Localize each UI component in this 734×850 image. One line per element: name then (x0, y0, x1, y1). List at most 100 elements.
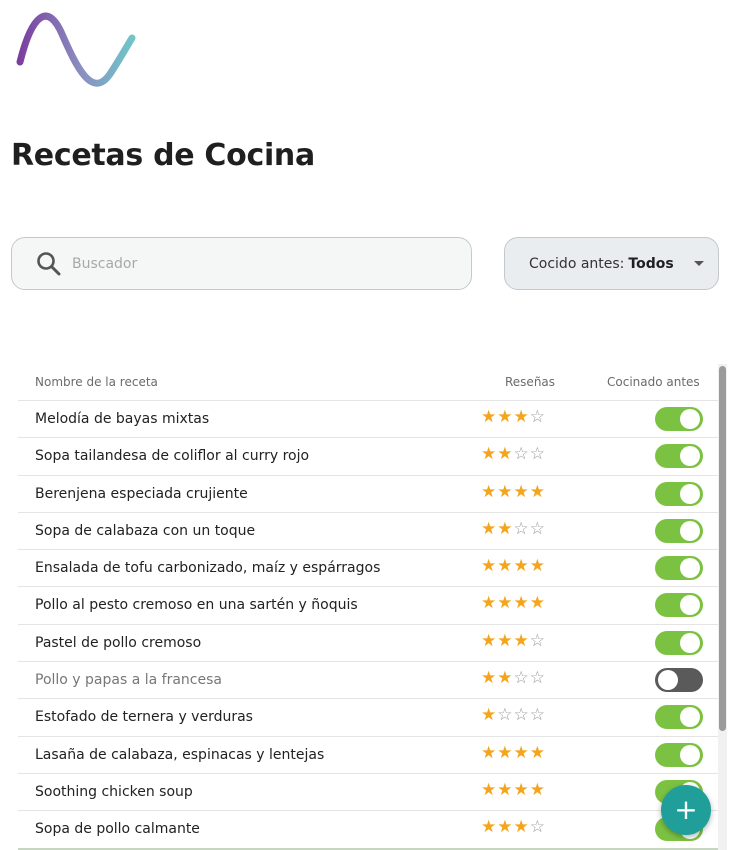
cooked-before-toggle[interactable] (655, 444, 703, 469)
filter-value: Todos (628, 255, 674, 272)
recipe-name: Sopa de pollo calmante (35, 821, 200, 838)
header-recipe-name[interactable]: Nombre de la receta (35, 375, 158, 389)
table-row[interactable]: Sopa de pollo calmante ★★★☆ (18, 811, 718, 849)
search-icon (37, 251, 61, 275)
star-filled-icon: ★ (481, 444, 498, 465)
table-body: Melodía de bayas mixtas ★★★☆ Sopa tailande… (18, 401, 718, 849)
recipe-name: Lasaña de calabaza, espinacas y lentejas (35, 746, 325, 763)
recipe-name: Ensalada de tofu carbonizado, maíz y esp… (35, 560, 381, 577)
table-row[interactable]: Lasaña de calabaza, espinacas y lentejas… (18, 737, 718, 774)
star-empty-icon: ☆ (529, 407, 546, 427)
star-filled-icon: ★ (497, 407, 514, 427)
toggle-knob (680, 409, 700, 429)
star-filled-icon: ★ (497, 593, 514, 614)
cooked-before-toggle[interactable] (655, 481, 703, 506)
search-input[interactable] (72, 255, 432, 272)
cooked-before-toggle[interactable] (655, 630, 703, 655)
table-row[interactable]: Berenjena especiada crujiente ★★★★ (18, 476, 718, 513)
toggle-knob (680, 446, 700, 467)
search-box[interactable] (11, 237, 472, 290)
cooked-before-toggle[interactable] (655, 705, 703, 730)
star-filled-icon: ★ (497, 817, 514, 838)
cooked-before-toggle[interactable] (655, 742, 703, 767)
toggle-knob (680, 558, 700, 579)
app-logo (16, 12, 136, 87)
star-filled-icon: ★ (481, 742, 498, 763)
star-rating: ★★☆☆ (481, 668, 546, 688)
cooked-before-toggle[interactable] (655, 668, 703, 693)
cooked-filter-select[interactable]: Cocido antes: Todos (504, 237, 719, 290)
star-rating: ★★★★ (481, 482, 546, 502)
table-row[interactable]: Estofado de ternera y verduras ★☆☆☆ (18, 699, 718, 737)
star-filled-icon: ★ (513, 742, 530, 763)
header-reviews[interactable]: Reseñas (505, 375, 555, 389)
cooked-before-toggle[interactable] (655, 556, 703, 581)
table-header: Nombre de la receta Reseñas Cocinado ant… (18, 364, 718, 401)
page-title: Recetas de Cocina (11, 138, 315, 173)
add-recipe-button[interactable]: + (661, 785, 711, 835)
star-rating: ★☆☆☆ (481, 705, 546, 725)
caret-down-icon (694, 261, 704, 266)
table-row[interactable]: Melodía de bayas mixtas ★★★☆ (18, 401, 718, 439)
star-rating: ★★☆☆ (481, 444, 546, 464)
star-filled-icon: ★ (529, 593, 546, 614)
table-row[interactable]: Pollo al pesto cremoso en una sartén y ñ… (18, 587, 718, 625)
star-filled-icon: ★ (529, 742, 546, 763)
toggle-knob (680, 483, 700, 504)
star-filled-icon: ★ (481, 705, 498, 726)
star-filled-icon: ★ (497, 779, 514, 800)
star-empty-icon: ☆ (497, 705, 514, 726)
recipes-table: Nombre de la receta Reseñas Cocinado ant… (18, 364, 718, 850)
filter-label: Cocido antes: (529, 255, 625, 272)
star-rating: ★★☆☆ (481, 519, 546, 539)
star-filled-icon: ★ (481, 593, 498, 614)
table-row[interactable]: Pollo y papas a la francesa ★★☆☆ (18, 662, 718, 700)
star-empty-icon: ☆ (529, 518, 546, 539)
table-row[interactable]: Ensalada de tofu carbonizado, maíz y esp… (18, 550, 718, 588)
star-filled-icon: ★ (497, 444, 514, 465)
toggle-knob (680, 632, 700, 653)
star-filled-icon: ★ (481, 630, 498, 651)
cooked-before-toggle[interactable] (655, 518, 703, 543)
cooked-before-toggle[interactable] (655, 407, 703, 431)
star-filled-icon: ★ (513, 593, 530, 614)
star-filled-icon: ★ (481, 556, 498, 577)
star-filled-icon: ★ (481, 668, 498, 689)
star-filled-icon: ★ (513, 630, 530, 651)
star-filled-icon: ★ (529, 779, 546, 800)
star-empty-icon: ☆ (529, 444, 546, 465)
star-filled-icon: ★ (497, 742, 514, 763)
star-rating: ★★★★ (481, 556, 546, 576)
recipe-name: Sopa tailandesa de coliflor al curry roj… (35, 448, 310, 465)
star-filled-icon: ★ (497, 630, 514, 651)
star-empty-icon: ☆ (513, 518, 530, 539)
star-filled-icon: ★ (513, 779, 530, 800)
star-rating: ★★★★ (481, 593, 546, 613)
star-filled-icon: ★ (513, 817, 530, 838)
star-empty-icon: ☆ (513, 705, 530, 726)
toggle-knob (680, 744, 700, 765)
star-filled-icon: ★ (481, 481, 498, 502)
star-rating: ★★★☆ (481, 407, 546, 427)
table-row[interactable]: Soothing chicken soup ★★★★ (18, 774, 718, 812)
header-cooked-before[interactable]: Cocinado antes (607, 375, 700, 389)
table-row[interactable]: Pastel de pollo cremoso ★★★☆ (18, 625, 718, 663)
star-filled-icon: ★ (513, 407, 530, 427)
star-empty-icon: ☆ (529, 630, 546, 651)
star-filled-icon: ★ (497, 518, 514, 539)
star-filled-icon: ★ (529, 481, 546, 502)
recipe-name: Pollo y papas a la francesa (35, 672, 222, 689)
cooked-before-toggle[interactable] (655, 593, 703, 618)
table-row[interactable]: Sopa de calabaza con un toque ★★☆☆ (18, 513, 718, 551)
star-filled-icon: ★ (513, 481, 530, 502)
star-filled-icon: ★ (481, 817, 498, 838)
star-rating: ★★★★ (481, 780, 546, 800)
table-row[interactable]: Sopa tailandesa de coliflor al curry roj… (18, 438, 718, 476)
recipe-name: Berenjena especiada crujiente (35, 485, 248, 502)
star-filled-icon: ★ (529, 556, 546, 577)
toggle-knob (658, 670, 678, 691)
table-scrollbar[interactable] (718, 364, 727, 850)
scrollbar-thumb[interactable] (719, 366, 726, 731)
recipe-name: Pollo al pesto cremoso en una sartén y ñ… (35, 597, 358, 614)
star-empty-icon: ☆ (529, 705, 546, 726)
